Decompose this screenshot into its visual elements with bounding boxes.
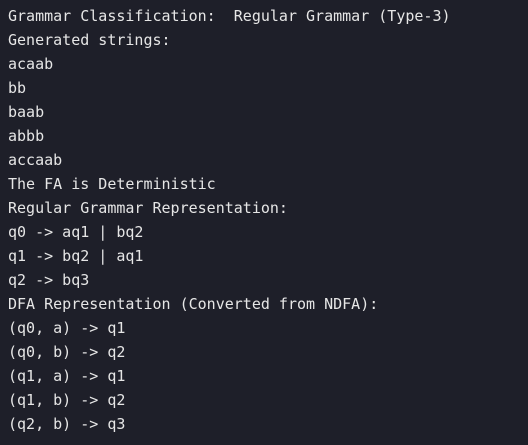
grammar-classification-line: Grammar Classification: Regular Grammar … <box>8 7 451 25</box>
generated-string: accaab <box>8 151 63 169</box>
grammar-production: q0 -> aq1 | bq2 <box>8 223 144 241</box>
generated-strings-heading: Generated strings: <box>8 31 171 49</box>
fa-type-line: The FA is Deterministic <box>8 175 216 193</box>
generated-string: abbb <box>8 127 45 145</box>
generated-string: bb <box>8 79 27 97</box>
dfa-transition: (q0, b) -> q2 <box>8 343 126 361</box>
grammar-production: q1 -> bq2 | aq1 <box>8 247 144 265</box>
generated-string: acaab <box>8 55 54 73</box>
dfa-transition: (q2, b) -> q3 <box>8 415 126 433</box>
terminal-output[interactable]: Grammar Classification: Regular Grammar … <box>0 0 528 445</box>
generated-string: baab <box>8 103 45 121</box>
dfa-representation-heading: DFA Representation (Converted from NDFA)… <box>8 295 379 313</box>
dfa-transition: (q1, b) -> q2 <box>8 391 126 409</box>
regular-grammar-heading: Regular Grammar Representation: <box>8 199 288 217</box>
grammar-production: q2 -> bq3 <box>8 271 90 289</box>
dfa-transition: (q0, a) -> q1 <box>8 319 126 337</box>
dfa-transition: (q1, a) -> q1 <box>8 367 126 385</box>
